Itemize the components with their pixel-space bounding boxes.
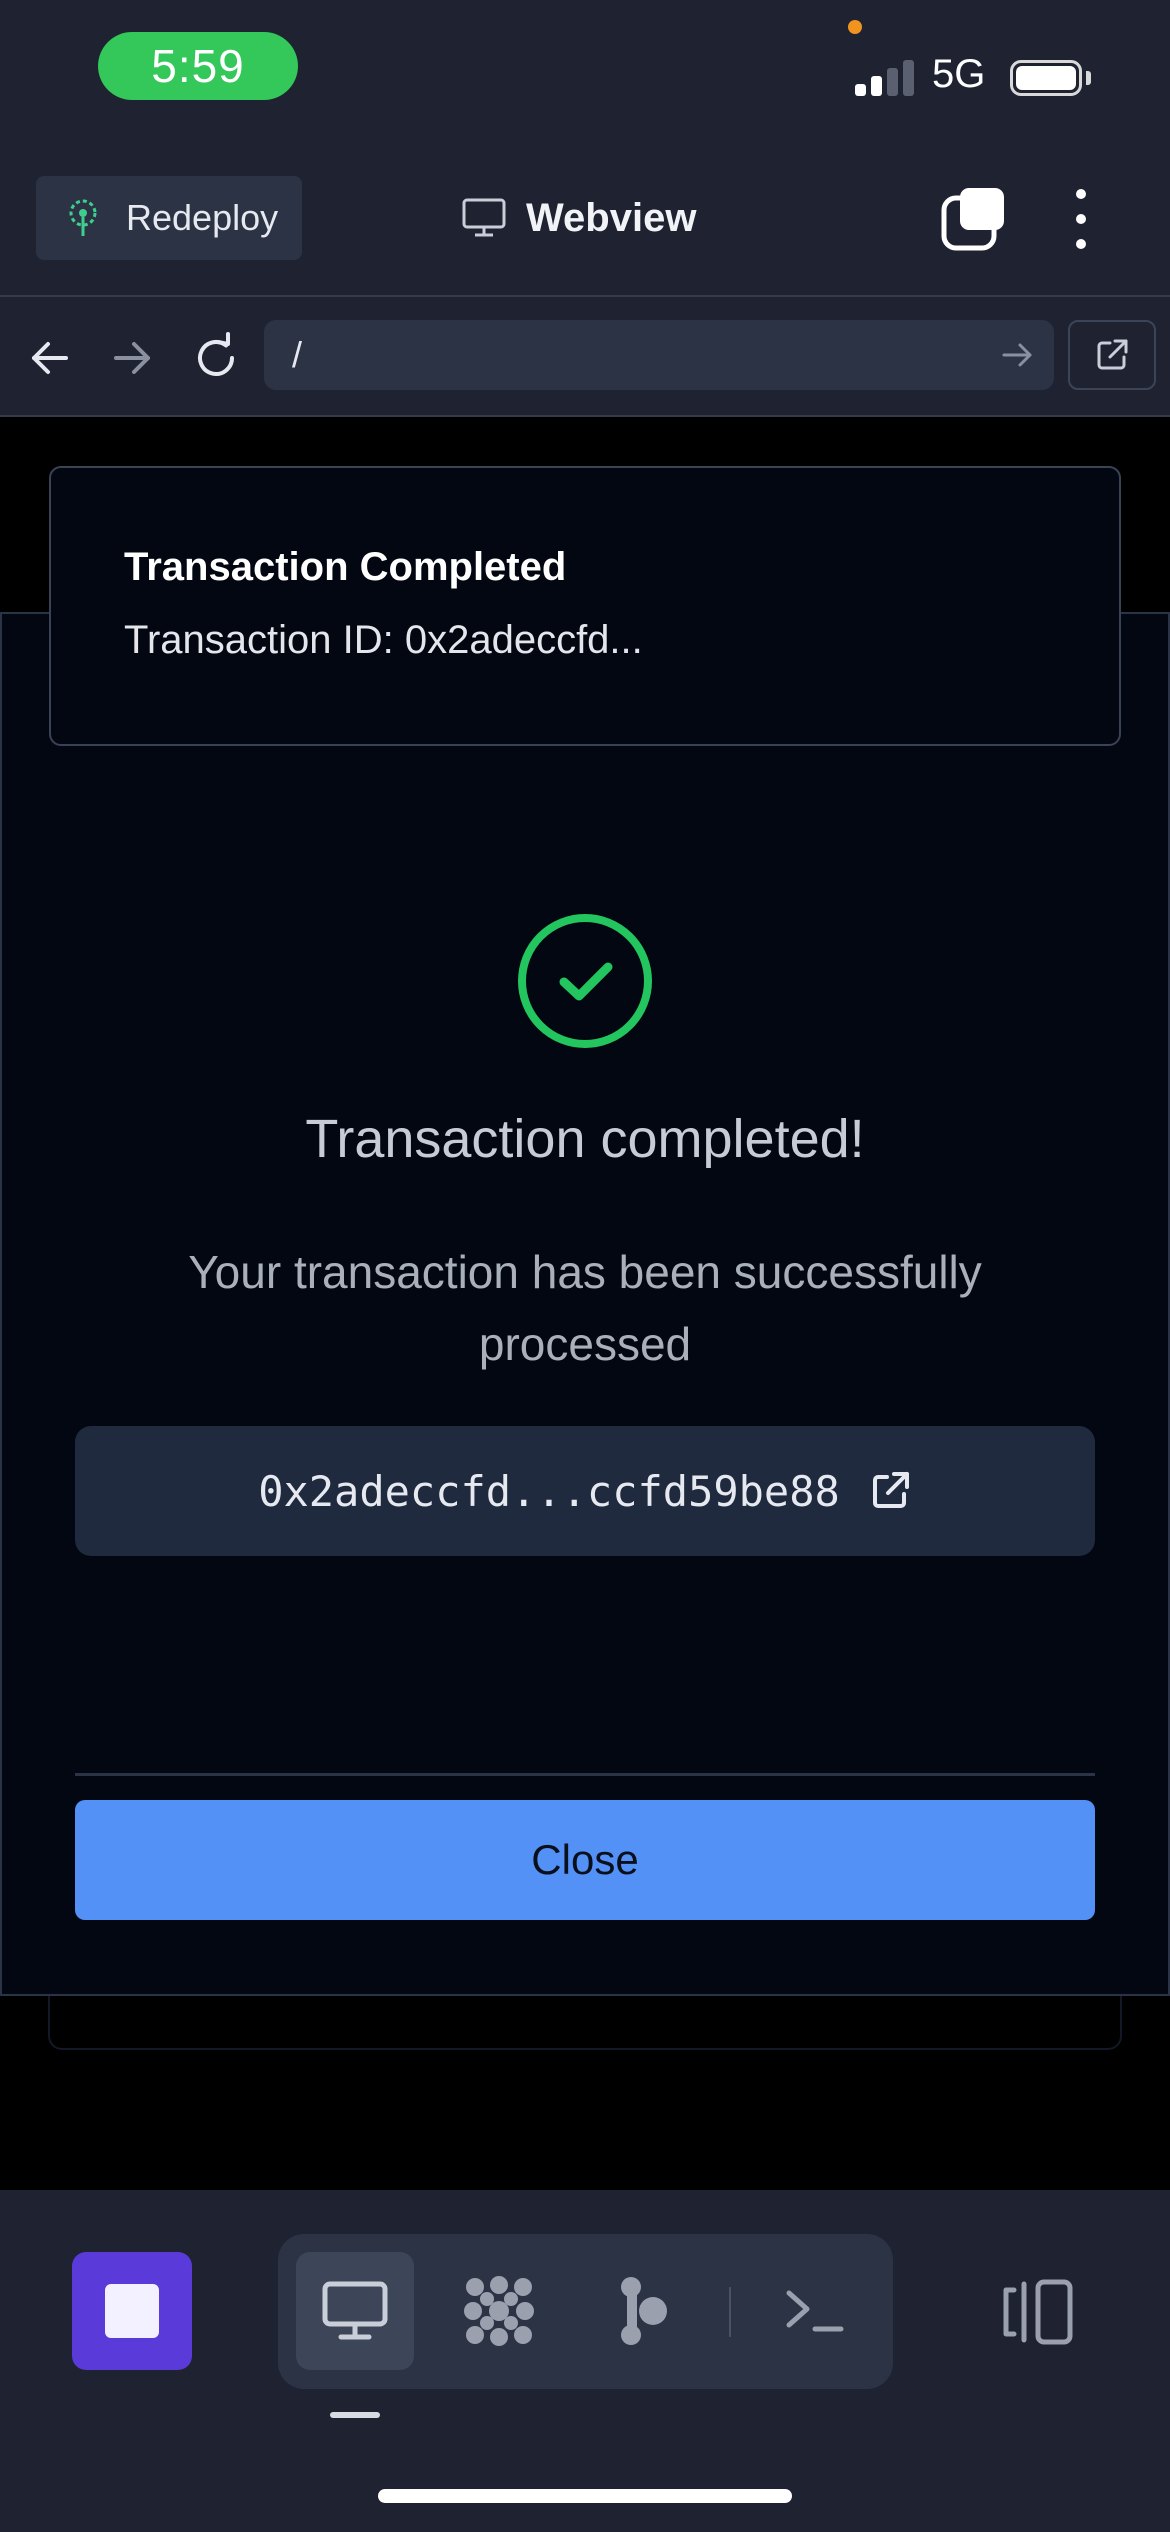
tabs-icon[interactable] <box>940 186 1006 252</box>
stop-icon <box>105 2284 159 2338</box>
external-link-icon <box>1097 339 1128 370</box>
page-title-label: Webview <box>526 195 697 240</box>
panel-toggle-icon[interactable] <box>1000 2278 1076 2346</box>
tool-webview-button[interactable] <box>296 2252 414 2370</box>
tool-terminal-button[interactable] <box>756 2252 874 2370</box>
terminal-icon <box>786 2290 844 2332</box>
close-button[interactable]: Close <box>75 1800 1095 1920</box>
tool-branch-button[interactable] <box>584 2252 702 2370</box>
redeploy-button[interactable]: Redeploy <box>36 176 302 260</box>
dots-grid-icon <box>464 2276 534 2346</box>
modal-title: Transaction completed! <box>305 1109 865 1169</box>
go-arrow-icon[interactable] <box>998 336 1036 374</box>
active-tool-indicator <box>330 2412 380 2418</box>
toast-notification <box>49 466 1121 746</box>
stop-button[interactable] <box>72 2252 192 2370</box>
toast-title: Transaction Completed <box>124 545 567 589</box>
redeploy-icon <box>69 199 97 236</box>
tool-grid-button[interactable] <box>440 2252 558 2370</box>
branch-nodes-icon <box>621 2277 667 2345</box>
more-vertical-icon[interactable] <box>1064 186 1098 252</box>
modal-message: Your transaction has been successfully p… <box>188 1246 982 1370</box>
forward-arrow-icon[interactable] <box>104 330 160 386</box>
redeploy-label: Redeploy <box>126 197 279 238</box>
url-input[interactable]: / <box>264 320 1054 390</box>
status-time: 5:59 <box>98 32 298 100</box>
modal-divider <box>75 1773 1095 1776</box>
home-indicator[interactable] <box>378 2489 792 2503</box>
transaction-hash-link[interactable]: 0x2adeccfd...ccfd59be88 <box>75 1426 1095 1556</box>
external-link-icon <box>872 1472 909 1508</box>
transaction-hash: 0x2adeccfd...ccfd59be88 <box>258 1466 840 1516</box>
toolbar-separator <box>729 2287 731 2337</box>
toast-description: Transaction ID: 0x2adeccfd... <box>124 618 643 662</box>
open-external-button[interactable] <box>1068 320 1156 390</box>
back-arrow-icon[interactable] <box>22 330 78 386</box>
check-circle-icon <box>518 914 652 1048</box>
signal-icon <box>855 58 917 96</box>
reload-icon[interactable] <box>188 330 244 386</box>
page-title: Webview <box>462 186 696 250</box>
monitor-icon <box>462 198 506 237</box>
battery-tip <box>1086 71 1091 85</box>
monitor-icon <box>322 2281 388 2340</box>
privacy-indicator-dot <box>848 20 862 34</box>
network-type: 5G <box>932 52 986 96</box>
battery-icon <box>1010 60 1082 96</box>
